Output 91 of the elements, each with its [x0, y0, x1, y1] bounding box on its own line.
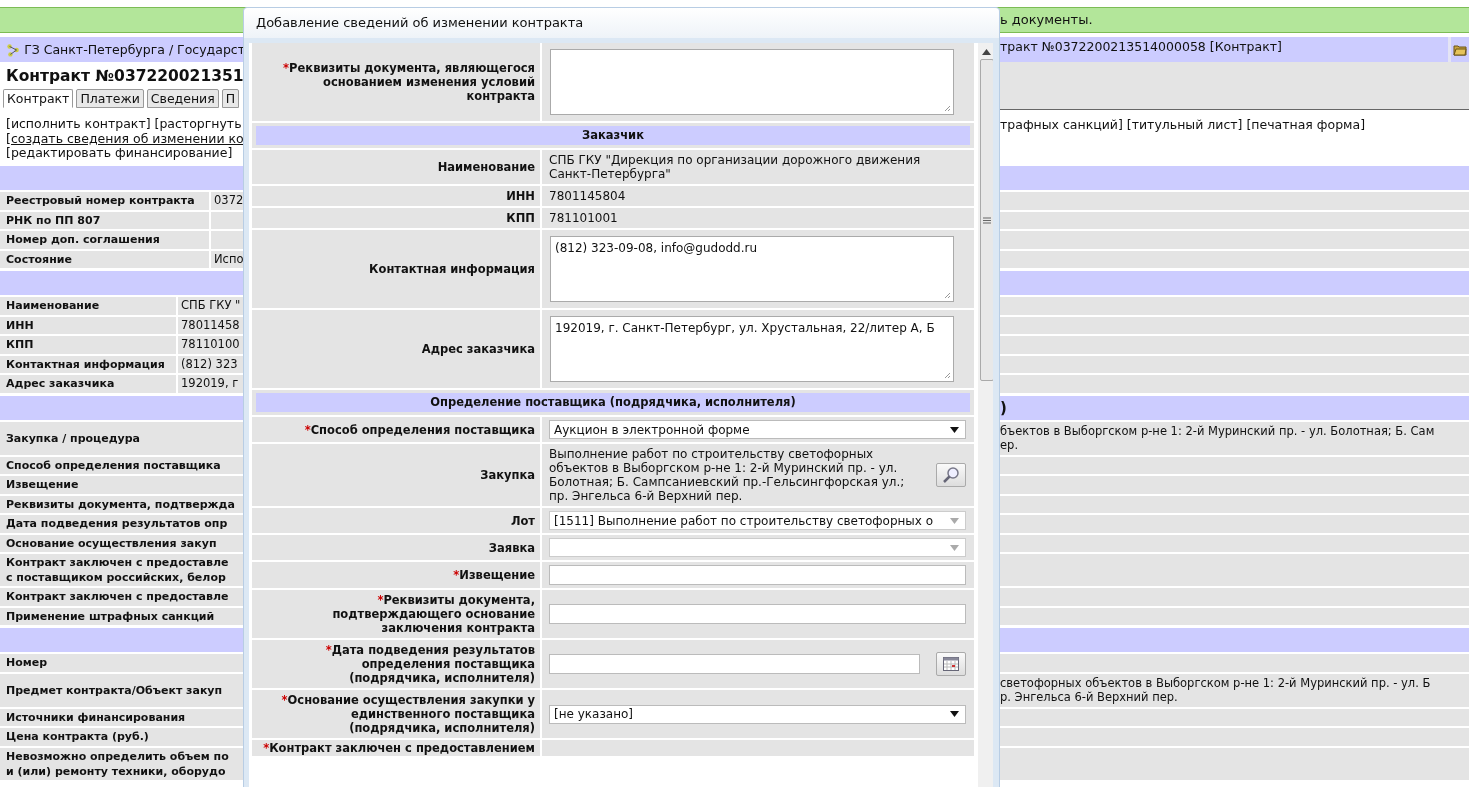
field-value: Испо — [214, 251, 244, 266]
tab[interactable]: Сведения — [146, 89, 219, 108]
field-value: 192019, г — [181, 376, 239, 390]
field-label: Номер — [6, 655, 48, 671]
field-label: *Основание осуществления закупки у единственного поставщика (подрядчика, исполнителя) — [280, 693, 535, 735]
field-label: *Реквизиты документа, являющегося основанием изменения условий контракта — [282, 61, 535, 103]
action-link[interactable]: [создать сведения об изменении ко — [6, 130, 244, 146]
search-icon — [942, 466, 960, 484]
field-label: Основание осуществления закуп — [6, 535, 217, 551]
field-label: Адрес заказчика — [421, 342, 535, 356]
field-value: бъектов в Выборгском р-не 1: 2-й Муринский пр. - ул. Болотная; Б. Сам ер. — [1000, 423, 1435, 452]
field-value: 781101001 — [549, 211, 618, 225]
field-value: СПБ ГКУ " — [181, 298, 241, 312]
search-button[interactable] — [936, 463, 966, 487]
field-label: Извещение — [6, 477, 79, 493]
dialog-title: Добавление сведений об изменении контракта — [256, 15, 584, 30]
text-area[interactable]: 192019, г. Санкт-Петербург, ул. Хрустальная, 22/литер А, Б — [550, 316, 954, 382]
scroll-up-icon[interactable] — [982, 49, 991, 55]
dropdown-arrow-icon — [950, 544, 959, 551]
section-header: Заказчик — [256, 126, 970, 145]
tab[interactable]: Контракт — [3, 89, 74, 108]
calendar-button[interactable] — [936, 652, 966, 676]
dropdown-arrow-icon — [950, 517, 959, 524]
date-field[interactable] — [549, 654, 920, 674]
section-title: ) — [1000, 397, 1007, 419]
tab[interactable]: Платежи — [76, 89, 144, 108]
field-label: Предмет контракта/Объект закуп — [6, 682, 223, 698]
field-label: Применение штрафных санкций — [6, 608, 215, 624]
dropdown[interactable]: Аукцион в электронной форме — [549, 420, 966, 439]
field-value: СПБ ГКУ "Дирекция по организации дорожного движения Санкт-Петербурга" — [549, 153, 922, 181]
field-label: Наименование — [437, 160, 535, 174]
field-label: ИНН — [506, 189, 535, 203]
field-value: 78011458 — [181, 317, 240, 332]
field-label: Лот — [510, 513, 535, 528]
dropdown-arrow-icon — [950, 426, 959, 433]
section-header: Определение поставщика (подрядчика, исполнителя) — [256, 393, 970, 412]
field-label: Контракт заключен с предоставле с поставщиком российских, белор — [6, 555, 229, 585]
action-links[interactable]: [исполнить контракт] [расторгнуть — [6, 116, 242, 131]
field-label: КПП — [6, 337, 34, 353]
text-area[interactable]: (812) 323-09-08, info@gudodd.ru — [550, 236, 954, 302]
text-area[interactable] — [550, 49, 954, 115]
field-label: Заявка — [488, 540, 535, 555]
field-label: Закупка — [480, 468, 535, 482]
field-label: *Способ определения поставщика — [304, 422, 535, 437]
field-label: Наименование — [6, 298, 100, 314]
folder-icon[interactable] — [1453, 43, 1467, 56]
scrollbar[interactable] — [978, 43, 993, 787]
notice-message: ь документы. — [1000, 11, 1093, 29]
grip-icon — [982, 216, 991, 224]
field-label: Невозможно определить объем по и (или) ремонту техники, оборудо — [6, 748, 229, 779]
field-label: Реквизиты документа, подтвержда — [6, 496, 235, 512]
field-label: *Дата подведения результатов определения поставщика (подрядчика, исполнителя) — [324, 643, 535, 685]
calendar-icon — [943, 657, 959, 671]
network-icon — [6, 41, 21, 58]
field-value: 78110100 — [181, 337, 240, 351]
resize-grip-icon — [944, 372, 951, 379]
field-label: ИНН — [6, 317, 34, 333]
field-value: Выполнение работ по строительству светофорных объектов в Выборгском р-не 1: 2-й Муринский пр. - ул. Болотная; Б. Сампсаниевский пр.-Гельсингфорская ул.; пр. Энгельса 6-й Верхний пер. — [549, 447, 906, 503]
field-label: Закупка / процедура — [6, 430, 141, 446]
field-label: Способ определения поставщика — [6, 457, 221, 473]
tab[interactable]: П — [221, 89, 240, 108]
dropdown-arrow-icon — [950, 711, 959, 717]
field-value: 7801145804 — [549, 189, 626, 203]
field-value: 0372 — [214, 193, 244, 207]
field-label: Источники финансирования — [6, 709, 186, 725]
field-label: *Извещение — [453, 568, 535, 582]
field-label: Дата подведения результатов опр — [6, 516, 228, 532]
page-title: Контракт №037220021351 — [6, 67, 245, 87]
field-label: *Контракт заключен с предоставлением — [263, 741, 535, 755]
dropdown[interactable]: [не указано] — [549, 704, 966, 724]
field-label: *Реквизиты документа, подтверждающего основание заключения контракта — [331, 593, 535, 635]
field-label: РНК по ПП 807 — [6, 212, 101, 228]
field-label: Контактная информация — [6, 356, 165, 372]
input-field[interactable] — [549, 565, 966, 585]
field-label: Реестровый номер контракта — [6, 193, 195, 209]
breadcrumb-text[interactable]: ГЗ Санкт-Петербурга / Государст — [24, 42, 245, 57]
resize-grip-icon — [944, 105, 951, 112]
field-value: (812) 323 — [181, 356, 238, 371]
field-label: Адрес заказчика — [6, 376, 115, 392]
input-field[interactable] — [549, 604, 966, 624]
resize-grip-icon — [944, 292, 951, 299]
action-links[interactable]: трафных санкций] [титульный лист] [печатная форма] — [1000, 117, 1366, 132]
field-label: Контактная информация — [369, 262, 535, 276]
action-links[interactable]: [редактировать финансирование] — [6, 145, 233, 160]
field-label: Контракт заключен с предоставле — [6, 589, 229, 605]
field-value: светофорных объектов в Выборгском р-не 1: 2-й Муринский пр. - ул. Б р. Энгельса 6-й Верхний пер. — [1000, 675, 1431, 704]
breadcrumb-text[interactable]: тракт №0372200213514000058 [Контракт] — [1000, 37, 1448, 62]
field-label: Номер доп. соглашения — [6, 232, 160, 248]
field-label: КПП — [506, 211, 535, 225]
field-label: Цена контракта (руб.) — [6, 729, 149, 745]
field-label: Состояние — [6, 251, 72, 267]
